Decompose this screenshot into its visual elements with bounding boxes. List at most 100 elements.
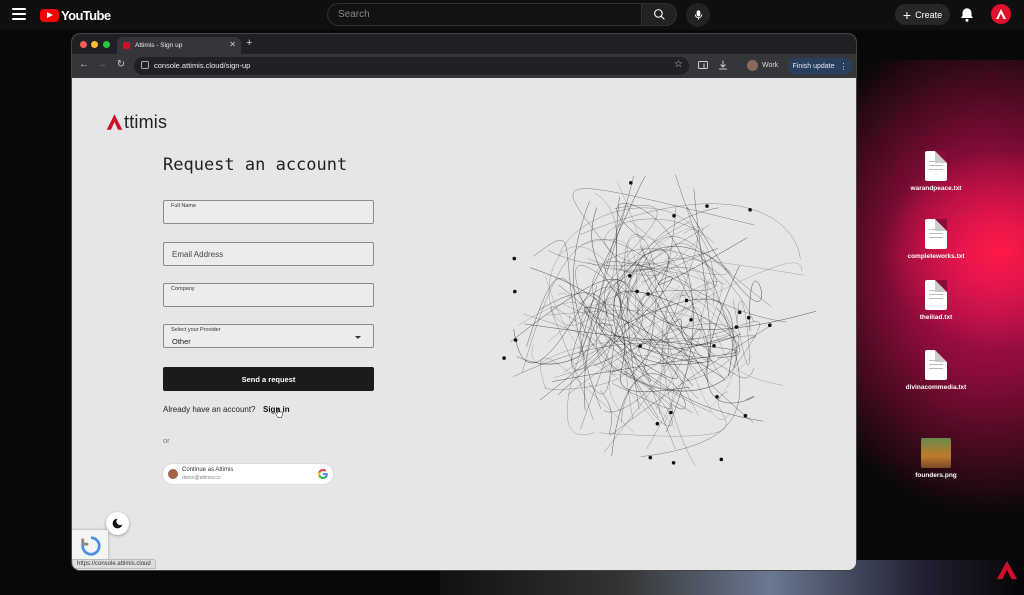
line-art-node [705,204,709,208]
link-status-bar: https://console.attimis.cloud [72,559,156,569]
continue-with-google-button[interactable]: Continue as Attimis demo@attimis.co [163,464,333,484]
account-avatar[interactable] [991,4,1011,24]
email-placeholder: Email Address [172,250,224,259]
provider-label: Select your Provider [171,327,221,333]
line-art-node [513,289,517,294]
attimis-logo[interactable]: ttimis [106,111,167,133]
line-art-stroke [540,357,634,433]
line-art-node [672,214,676,218]
line-art-node [746,315,751,320]
create-button[interactable]: + Create [895,4,950,25]
desktop-file-warandpeace[interactable]: warandpeace.txt [901,151,971,193]
company-label: Company [171,286,195,292]
reload-icon[interactable]: ↻ [114,59,128,70]
notifications-bell-icon[interactable] [958,6,976,24]
full-name-label: Full Name [171,203,197,209]
search-icon [653,9,665,20]
line-art-stroke [572,188,755,268]
desktop-file-divinacommedia[interactable]: divinacommedia.txt [896,350,976,392]
desktop-file-founders[interactable]: founders.png [901,438,971,480]
line-art-node [655,421,660,426]
address-bar[interactable]: console.attimis.cloud/sign-up ☆ [134,57,689,75]
youtube-search-input[interactable]: Search [327,3,642,26]
close-window-button[interactable] [80,41,87,48]
line-art-node [502,356,506,360]
document-icon [925,280,947,310]
continue-as-label: Continue as Attimis [182,467,234,473]
browser-tab-bar: Attimis - Sign up ✕ + [72,34,856,54]
plus-icon: + [902,6,912,23]
account-avatar [168,469,178,479]
moon-icon [112,517,124,529]
provider-select[interactable]: Select your Provider Other [163,324,374,348]
file-label: founders.png [915,472,957,479]
youtube-play-icon [40,8,59,22]
line-art-node [715,395,719,399]
line-art-stroke [614,204,672,273]
line-art-stroke [522,239,693,373]
already-have-account-text: Already have an account? [163,405,256,414]
line-art-stroke [516,292,607,364]
theme-toggle-button[interactable] [106,512,129,535]
brand-wordmark: ttimis [124,111,168,132]
hamburger-menu-icon[interactable] [12,8,26,20]
send-request-button[interactable]: Send a request [163,367,374,391]
zoom-window-button[interactable] [103,41,110,48]
file-label: divinacommedia.txt [905,384,967,391]
file-label: theiliad.txt [919,314,953,321]
file-label: warandpeace.txt [910,185,962,192]
line-art-node [638,344,642,348]
voice-search-button[interactable] [686,3,710,27]
youtube-logo-text: YouTube [61,7,111,23]
active-browser-tab[interactable]: Attimis - Sign up ✕ [117,37,241,54]
file-label: completeworks.txt [907,253,965,260]
address-bar-url: console.attimis.cloud/sign-up [154,61,251,70]
download-icon[interactable] [717,59,729,71]
profile-button[interactable]: Work [747,58,778,73]
continue-email: demo@attimis.co [182,475,221,481]
or-separator: or [163,436,170,445]
document-icon [925,219,947,249]
desktop-file-completeworks[interactable]: completeworks.txt [901,219,971,261]
bookmark-star-icon[interactable]: ☆ [674,59,683,70]
line-art-node [768,323,772,327]
youtube-logo[interactable]: YouTube [40,7,111,23]
document-icon [925,151,947,181]
line-art-node [648,455,653,460]
email-field[interactable]: Email Address [163,242,374,266]
close-tab-icon[interactable]: ✕ [229,40,236,49]
back-arrow-icon[interactable]: ← [77,59,91,70]
line-art-node [513,338,518,342]
more-menu-icon: ⋮ [839,61,848,71]
full-name-field[interactable]: Full Name [163,200,374,224]
line-art-node [689,318,693,322]
line-art-stroke [599,326,770,436]
profile-avatar [747,60,758,71]
finish-update-button[interactable]: Finish update ⋮ [788,58,852,74]
company-field[interactable]: Company [163,283,374,307]
line-art-node [629,181,633,185]
browser-toolbar: ← → ↻ console.attimis.cloud/sign-up ☆ Wo… [72,54,856,78]
install-app-icon[interactable] [697,59,709,71]
microphone-icon [694,10,702,20]
site-info-icon[interactable] [141,61,149,69]
new-tab-plus-icon[interactable]: + [246,37,252,49]
line-art-node [734,325,739,329]
provider-value: Other [172,337,191,346]
line-art-stroke [524,323,738,382]
line-art-node [737,310,742,315]
line-art-node [712,344,716,348]
desktop-file-theiliad[interactable]: theiliad.txt [901,280,971,322]
document-icon [925,350,947,380]
line-art-node [719,457,724,462]
finish-update-label: Finish update [792,62,835,70]
attimis-a-icon [106,114,123,130]
line-art-node [628,274,632,278]
minimize-window-button[interactable] [91,41,98,48]
line-art-stroke [640,174,741,457]
recaptcha-icon [81,536,101,556]
youtube-top-bar: YouTube Search + Create [0,0,1024,30]
forward-arrow-icon[interactable]: → [95,59,109,70]
youtube-search-button[interactable] [641,3,677,26]
pointer-cursor-icon [275,408,283,418]
